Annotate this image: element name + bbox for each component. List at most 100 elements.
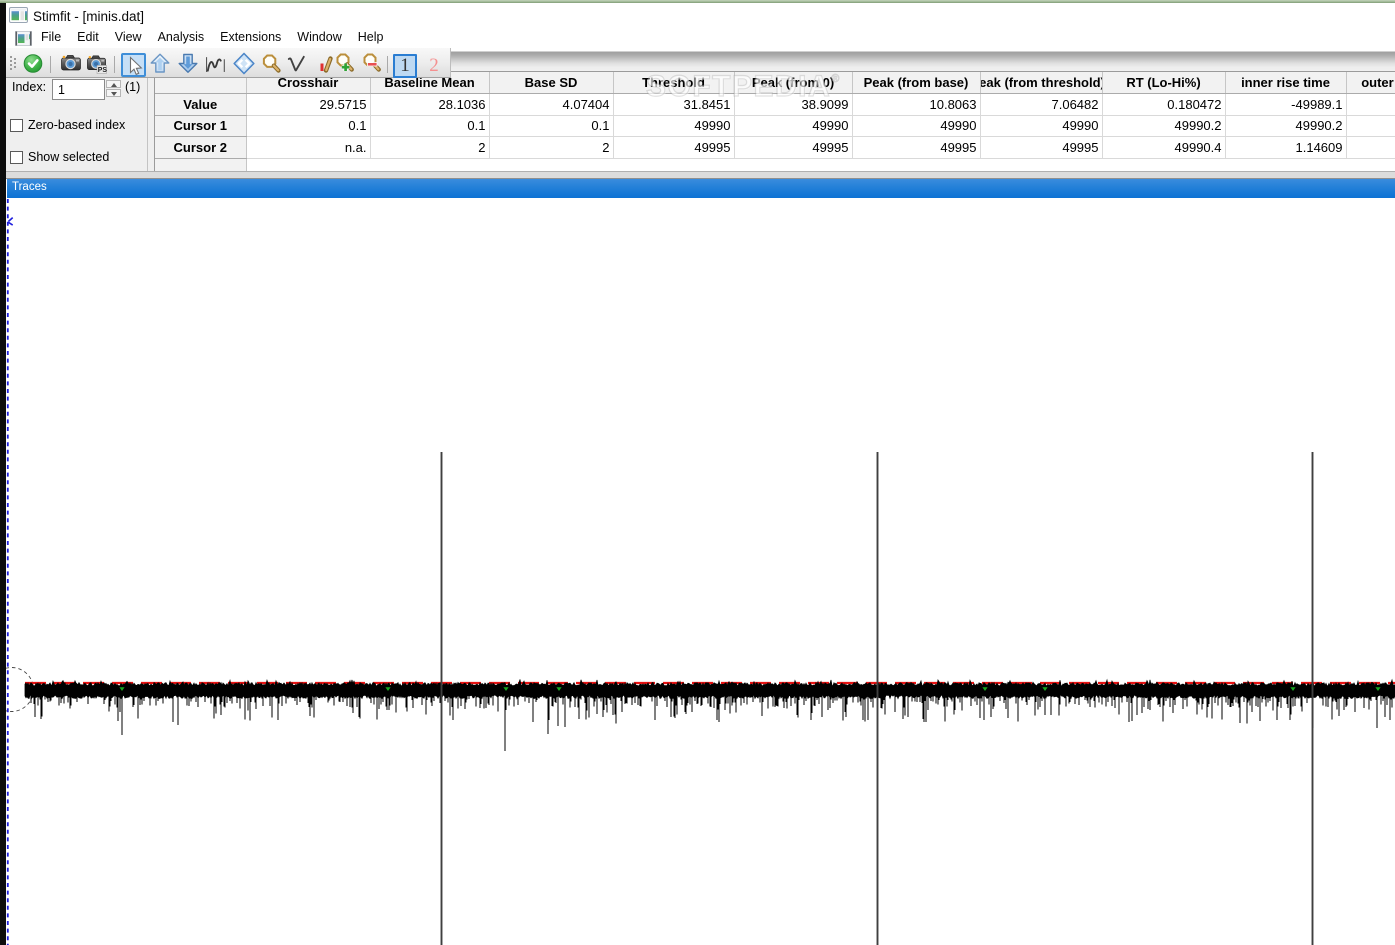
menu-view[interactable]: View xyxy=(115,30,142,44)
snapshot-ps-icon[interactable]: PS xyxy=(86,52,108,75)
value-cell[interactable]: 2 xyxy=(370,137,489,159)
column-header[interactable]: inner rise time xyxy=(1225,72,1346,94)
value-cell[interactable]: 49995 xyxy=(980,137,1102,159)
title-bar[interactable]: Stimfit - [minis.dat] xyxy=(6,3,1395,28)
value-cell[interactable]: 2 xyxy=(489,137,613,159)
empty-cell xyxy=(852,158,980,171)
toolbar-separator xyxy=(114,56,115,73)
trace-plot[interactable] xyxy=(6,198,1395,945)
previous-trace-icon[interactable] xyxy=(149,52,171,75)
watermark: SOFTPEDIA® xyxy=(646,70,839,104)
value-cell[interactable] xyxy=(1346,137,1395,159)
fit-to-window-icon[interactable] xyxy=(233,52,255,75)
spin-up-button[interactable] xyxy=(106,80,121,88)
next-trace-icon[interactable] xyxy=(177,52,199,75)
row-label[interactable]: Value xyxy=(155,94,246,116)
value-cell[interactable]: 49995 xyxy=(852,137,980,159)
value-cell[interactable]: 0.1 xyxy=(489,115,613,137)
value-cell[interactable] xyxy=(1346,94,1395,116)
plot-edge-mark xyxy=(8,218,12,226)
table-row: Cursor 2n.a.224999549995499954999549990.… xyxy=(155,137,1395,159)
menu-edit[interactable]: Edit xyxy=(77,30,99,44)
finish-ok-icon[interactable] xyxy=(22,52,44,75)
zero-based-index-label: Zero-based index xyxy=(28,118,125,132)
value-cell[interactable]: 4.07404 xyxy=(489,94,613,116)
zoom-icon[interactable] xyxy=(259,52,281,75)
spin-down-button[interactable] xyxy=(106,89,121,97)
row-label[interactable]: Cursor 1 xyxy=(155,115,246,137)
decay-v-icon[interactable] xyxy=(286,52,308,75)
index-label: Index: xyxy=(12,80,46,94)
column-header[interactable]: Peak (from threshold) xyxy=(980,72,1102,94)
zero-based-index-checkbox[interactable] xyxy=(10,119,23,132)
value-cell[interactable]: n.a. xyxy=(246,137,370,159)
menu-help[interactable]: Help xyxy=(358,30,384,44)
pane-divider xyxy=(6,171,1395,179)
value-cell[interactable]: 49995 xyxy=(613,137,734,159)
menu-bar: File Edit View Analysis Extensions Window Help xyxy=(6,28,1395,48)
empty-cell xyxy=(246,158,370,171)
menu-file[interactable]: File xyxy=(41,30,61,44)
pointer-tool-button-selected[interactable] xyxy=(121,53,146,77)
menu-window[interactable]: Window xyxy=(297,30,341,44)
signal-trace-events xyxy=(31,692,1392,751)
value-cell[interactable] xyxy=(1346,115,1395,137)
show-selected-row: Show selected xyxy=(10,150,109,164)
index-count: (1) xyxy=(125,80,140,94)
channel-2-button[interactable]: 2 xyxy=(427,55,441,77)
value-cell[interactable]: 49990.2 xyxy=(1225,115,1346,137)
empty-cell xyxy=(1225,158,1346,171)
menu-extensions[interactable]: Extensions xyxy=(220,30,281,44)
channel-1-button-selected[interactable]: 1 xyxy=(393,54,417,78)
index-input[interactable] xyxy=(52,79,105,100)
column-header[interactable]: Base SD xyxy=(489,72,613,94)
value-cell[interactable]: 29.5715 xyxy=(246,94,370,116)
traces-pane-titlebar[interactable]: Traces xyxy=(7,179,1395,198)
table-row: Cursor 10.10.10.149990499904999049990499… xyxy=(155,115,1395,137)
empty-cell xyxy=(613,158,734,171)
pane-top-gradient xyxy=(451,48,1395,72)
toolbar-separator xyxy=(50,56,51,73)
value-cell[interactable]: 0.1 xyxy=(370,115,489,137)
column-header[interactable]: RT (Lo-Hi%) xyxy=(1102,72,1225,94)
value-cell[interactable]: 49990 xyxy=(613,115,734,137)
value-cell[interactable]: 49990.4 xyxy=(1102,137,1225,159)
menu-items: File Edit View Analysis Extensions Window Help xyxy=(41,30,383,44)
value-cell[interactable]: 0.1 xyxy=(246,115,370,137)
row-label-empty xyxy=(155,158,246,171)
value-cell[interactable]: 49995 xyxy=(734,137,852,159)
column-header[interactable]: outer rise time xyxy=(1346,72,1395,94)
zoom-out-icon[interactable] xyxy=(360,52,382,75)
empty-cell xyxy=(1102,158,1225,171)
empty-cell xyxy=(734,158,852,171)
app-icon xyxy=(9,7,28,23)
spin-up-icon xyxy=(111,83,117,87)
value-cell[interactable]: 1.14609 xyxy=(1225,137,1346,159)
trace-plot-canvas xyxy=(6,198,1395,945)
traces-pane-title: Traces xyxy=(12,181,47,193)
document-icon[interactable] xyxy=(15,31,32,46)
measure-trace-icon[interactable] xyxy=(204,52,226,75)
menu-analysis[interactable]: Analysis xyxy=(158,30,205,44)
row-label[interactable]: Cursor 2 xyxy=(155,137,246,159)
column-header[interactable]: Peak (from base) xyxy=(852,72,980,94)
value-cell[interactable]: -49989.1 xyxy=(1225,94,1346,116)
empty-cell xyxy=(980,158,1102,171)
index-spinner[interactable] xyxy=(106,80,121,97)
zoom-in-icon[interactable] xyxy=(333,52,355,75)
svg-text:PS: PS xyxy=(98,67,108,74)
value-cell[interactable]: 49990.2 xyxy=(1102,115,1225,137)
show-selected-checkbox[interactable] xyxy=(10,151,23,164)
app-window: Stimfit - [minis.dat] File Edit View Analys… xyxy=(0,0,1395,945)
main-toolbar: PS 12 xyxy=(6,48,451,78)
value-cell[interactable]: 49990 xyxy=(734,115,852,137)
snapshot-icon[interactable] xyxy=(60,52,82,75)
value-cell[interactable]: 49990 xyxy=(980,115,1102,137)
value-cell[interactable]: 10.8063 xyxy=(852,94,980,116)
value-cell[interactable]: 28.1036 xyxy=(370,94,489,116)
value-cell[interactable]: 7.06482 xyxy=(980,94,1102,116)
zero-based-index-row: Zero-based index xyxy=(10,118,125,132)
value-cell[interactable]: 49990 xyxy=(852,115,980,137)
toolbar-grip[interactable] xyxy=(9,56,17,72)
value-cell[interactable]: 0.180472 xyxy=(1102,94,1225,116)
